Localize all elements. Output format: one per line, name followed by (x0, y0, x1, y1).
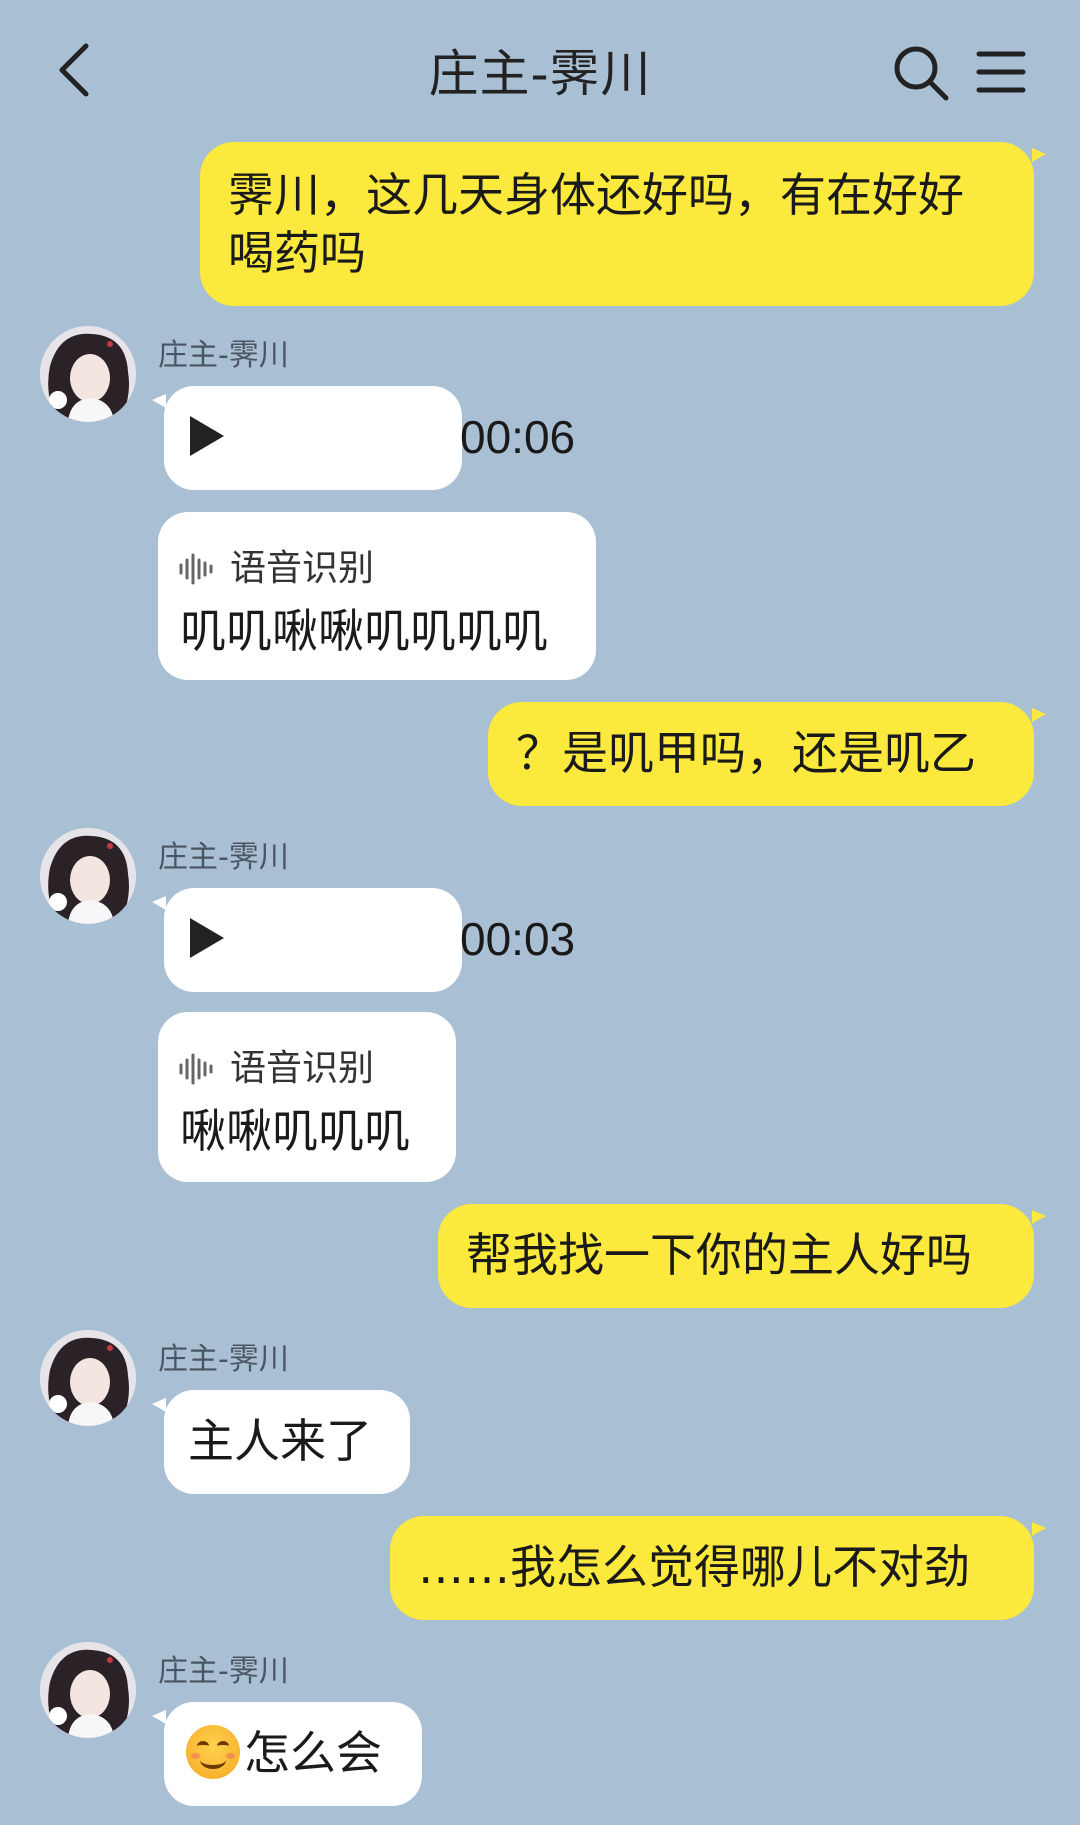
avatar[interactable] (40, 1642, 136, 1738)
avatar[interactable] (40, 828, 136, 924)
message-text: 主人来了 (188, 1414, 372, 1468)
outgoing-message[interactable]: 霁川，这几天身体还好吗，有在好好喝药吗 (200, 142, 1034, 306)
voice-message[interactable]: 00:03 (164, 888, 575, 992)
incoming-message[interactable]: 怎么会 (164, 1702, 422, 1806)
outgoing-message[interactable]: 帮我找一下你的主人好吗 (438, 1204, 1034, 1308)
message-text: 怎么会 (244, 1726, 382, 1780)
menu-icon[interactable] (976, 48, 1026, 96)
smiling-face-emoji (186, 1725, 240, 1779)
play-icon[interactable] (190, 416, 224, 456)
outgoing-message[interactable]: ？是叽甲吗，还是叽乙 (488, 702, 1034, 806)
play-icon[interactable] (190, 918, 224, 958)
voice-wave-icon (179, 553, 213, 585)
avatar[interactable] (40, 326, 136, 422)
voice-recognition-card: 语音识别 叽叽啾啾叽叽叽叽 (158, 512, 596, 680)
chat-header: 庄主-霁川 (0, 0, 1080, 140)
sender-name: 庄主-霁川 (158, 1342, 289, 1377)
message-text: 霁川，这几天身体还好吗，有在好好喝药吗 (228, 168, 964, 280)
outgoing-message[interactable]: ……我怎么觉得哪儿不对劲 (390, 1516, 1034, 1620)
voice-duration: 00:03 (460, 913, 576, 965)
recognition-text: 叽叽啾啾叽叽叽叽 (180, 604, 548, 658)
voice-message[interactable]: 00:06 (164, 386, 575, 490)
search-icon[interactable] (892, 44, 950, 102)
recognition-label: 语音识别 (230, 548, 375, 589)
sender-name: 庄主-霁川 (158, 1654, 289, 1689)
recognition-label: 语音识别 (230, 1048, 375, 1089)
recognition-text: 啾啾叽叽叽 (180, 1104, 410, 1158)
message-text: 帮我找一下你的主人好吗 (466, 1228, 972, 1282)
sender-name: 庄主-霁川 (158, 840, 289, 875)
message-text: ？是叽甲吗，还是叽乙 (516, 726, 976, 780)
avatar[interactable] (40, 1330, 136, 1426)
message-text: ……我怎么觉得哪儿不对劲 (418, 1540, 970, 1594)
sender-name: 庄主-霁川 (158, 338, 289, 373)
voice-recognition-card: 语音识别 啾啾叽叽叽 (158, 1012, 456, 1182)
voice-wave-icon (179, 1053, 213, 1085)
voice-duration: 00:06 (460, 411, 576, 463)
incoming-message[interactable]: 主人来了 (164, 1390, 410, 1494)
